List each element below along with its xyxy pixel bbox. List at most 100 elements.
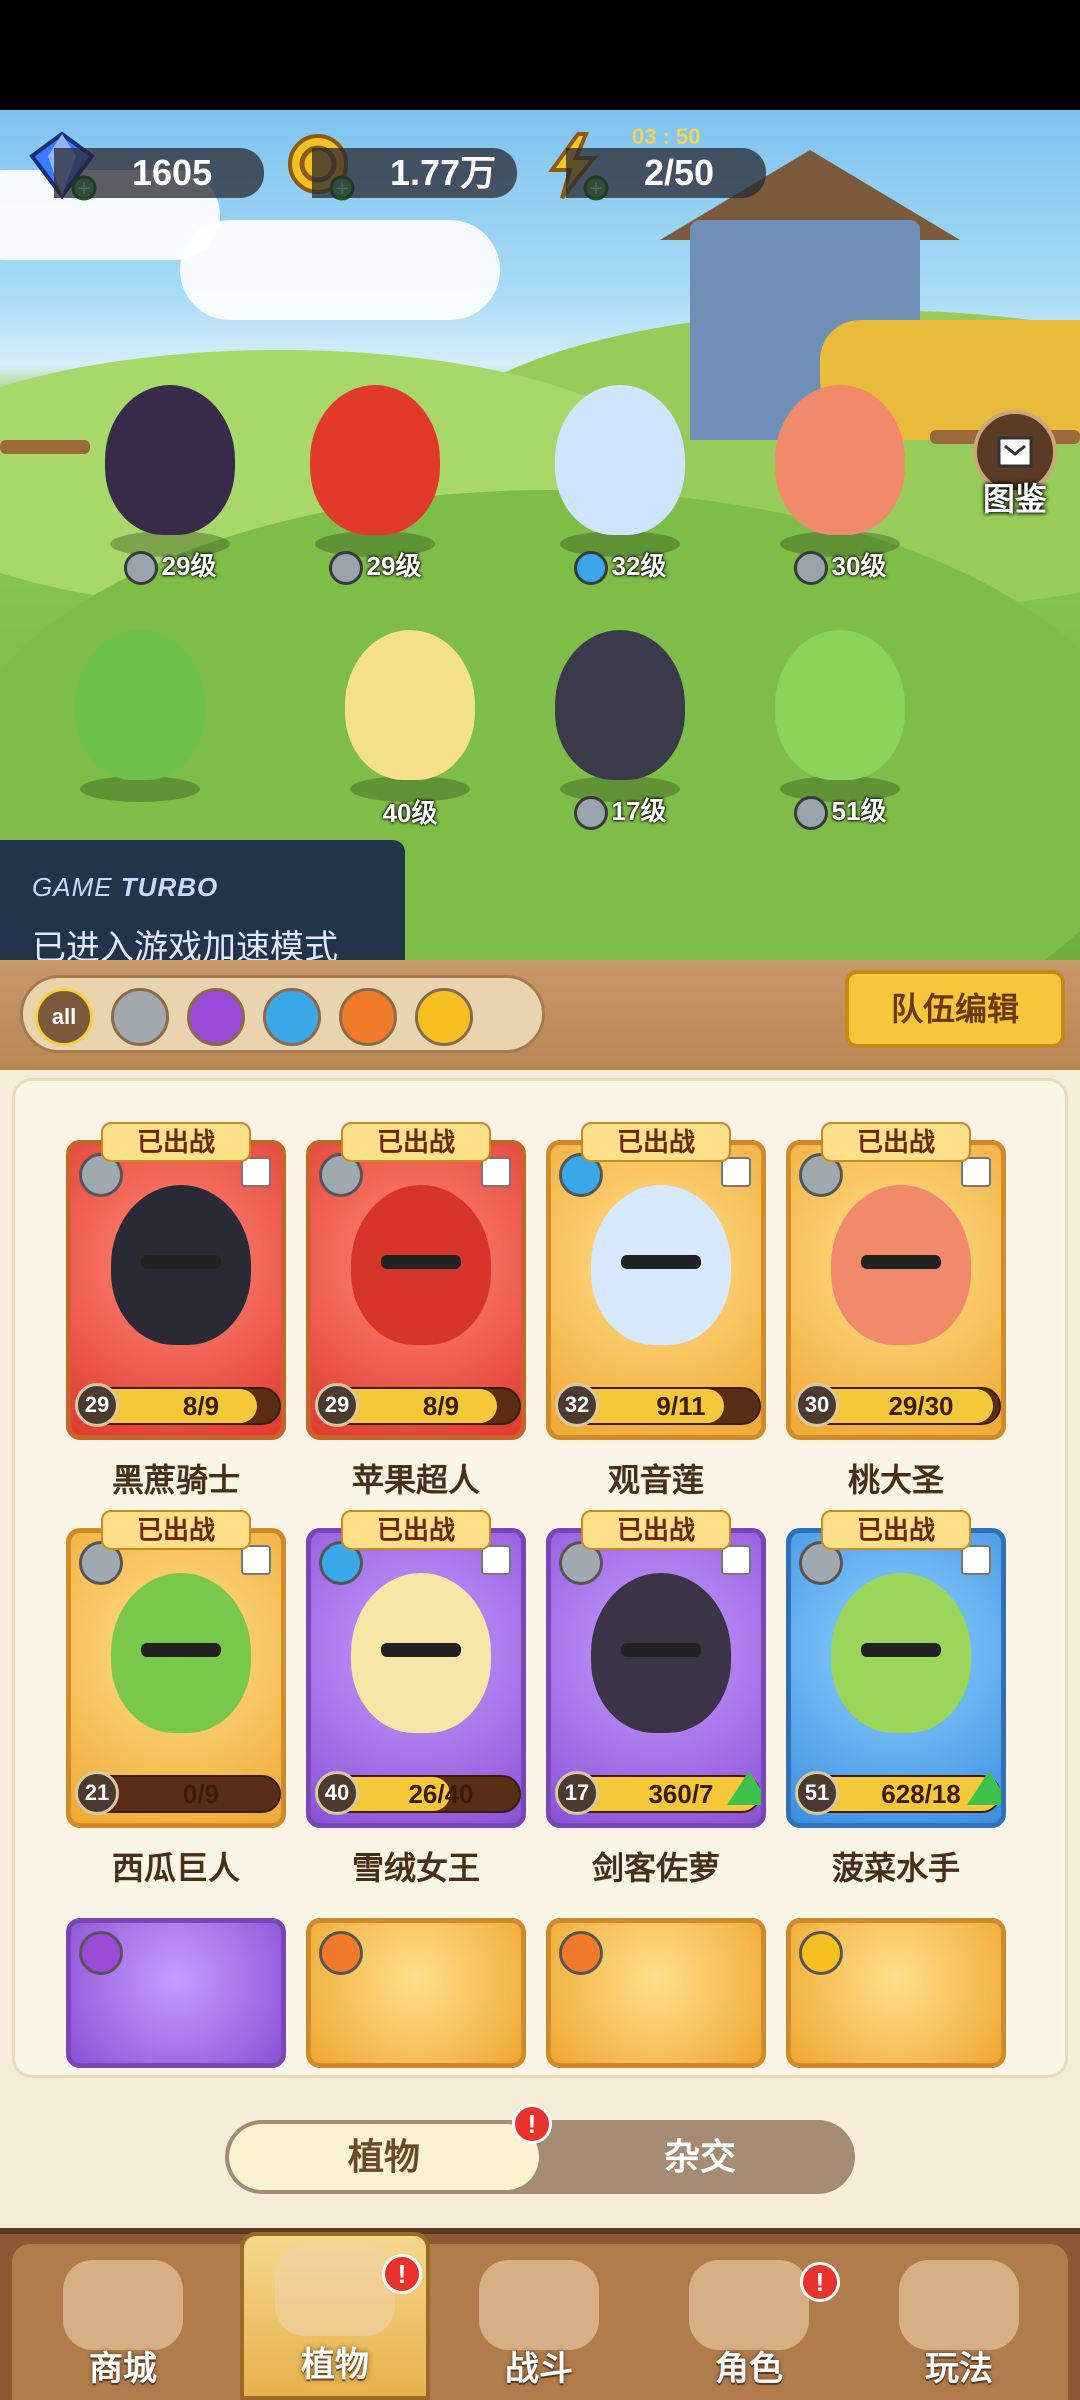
nav-label: 植物 — [301, 2346, 369, 2384]
team-edit-button[interactable]: 队伍编辑 — [845, 970, 1065, 1048]
slot-icon — [961, 1545, 991, 1575]
plant-face — [381, 1255, 461, 1269]
plant-figure — [555, 630, 685, 780]
unit-level-text: 32级 — [611, 550, 667, 581]
energy-timer: 03 : 50 — [632, 124, 701, 149]
nav-gameplay[interactable]: 玩法 — [864, 2250, 1054, 2400]
coins-count: 1.77万 — [312, 148, 517, 198]
tab-hybrid[interactable]: 杂交 — [545, 2120, 855, 2194]
lineup-unit[interactable]: 51级 — [740, 620, 940, 830]
turbo-title-b: TURBO — [120, 872, 219, 902]
turbo-title: GAME TURBO — [32, 872, 218, 903]
slot-icon — [961, 1157, 991, 1187]
sword-icon — [328, 551, 363, 585]
nav-shop[interactable]: 商城 — [28, 2250, 218, 2400]
plant-face — [381, 1643, 461, 1657]
fire-icon — [319, 1931, 363, 1975]
energy-count: 2/50 — [566, 148, 766, 198]
card-level: 51 — [795, 1771, 839, 1815]
codex-button[interactable]: 图鉴 — [970, 410, 1060, 517]
unit-level: 17级 — [520, 791, 720, 830]
filter-all-label: all — [51, 1004, 77, 1029]
filter-fire-button[interactable] — [339, 988, 397, 1046]
plant-name: 桃大圣 — [847, 1462, 944, 1498]
lineup-unit[interactable]: 30级 — [740, 375, 940, 585]
filter-water-button[interactable] — [263, 988, 321, 1046]
tab-plants[interactable]: 植物 — [229, 2124, 539, 2190]
plant-face — [141, 1255, 221, 1269]
plant-card-partial[interactable] — [66, 1918, 286, 2068]
plant-figure — [105, 385, 235, 535]
unit-level-text: 40级 — [382, 798, 438, 828]
unit-level: 51级 — [740, 791, 940, 830]
sword-icon — [123, 551, 158, 585]
filter-poison-button[interactable] — [187, 988, 245, 1046]
turbo-title-a: GAME — [32, 872, 121, 902]
slot-icon — [481, 1157, 511, 1187]
deployed-tag: 已出战 — [341, 1122, 491, 1162]
card-level: 29 — [75, 1383, 119, 1427]
deployed-tag: 已出战 — [341, 1510, 491, 1550]
filter-sword-button[interactable] — [111, 988, 169, 1046]
lineup-unit[interactable]: 17级 — [520, 620, 720, 830]
plants-tab-alert-badge: ! — [512, 2104, 552, 2144]
lineup-unit[interactable]: 29级 — [275, 375, 475, 585]
plant-card[interactable]: 17 360/7 — [546, 1528, 766, 1828]
unit-level: 29级 — [275, 546, 475, 585]
sword-icon — [573, 796, 608, 830]
lineup-unit[interactable]: 32级 — [520, 375, 720, 585]
deployed-tag: 已出战 — [101, 1510, 251, 1550]
codex-label: 图鉴 — [982, 481, 1047, 517]
upgrade-arrow-icon[interactable] — [727, 1771, 761, 1805]
unit-level: 29级 — [70, 546, 270, 585]
slot-icon — [241, 1545, 271, 1575]
upgrade-arrow-icon[interactable] — [967, 1771, 1001, 1805]
slot-icon — [721, 1545, 751, 1575]
plant-face — [141, 1643, 221, 1657]
plant-name: 苹果超人 — [351, 1462, 480, 1498]
slot-icon — [721, 1157, 751, 1187]
nav-label: 战斗 — [505, 2350, 573, 2388]
plant-card-partial[interactable] — [306, 1918, 526, 2068]
card-level: 30 — [795, 1383, 839, 1427]
unit-level: 40级 — [310, 793, 510, 830]
nav-label: 玩法 — [925, 2350, 993, 2388]
slot-icon — [241, 1157, 271, 1187]
filter-all-button[interactable]: all — [35, 988, 93, 1046]
plant-card[interactable]: 51 628/18 — [786, 1528, 1006, 1828]
plant-name: 剑客佐萝 — [591, 1850, 720, 1886]
nav-label: 商城 — [89, 2350, 157, 2388]
deployed-tag: 已出战 — [821, 1122, 971, 1162]
plant-card-partial[interactable] — [546, 1918, 766, 2068]
shard-progress-text: 8/9 — [182, 1391, 220, 1421]
lineup-unit[interactable]: 29级 — [70, 375, 270, 585]
plant-card-partial[interactable] — [786, 1918, 1006, 2068]
deployed-tag: 已出战 — [581, 1510, 731, 1550]
plant-card[interactable]: 40 26/40 — [306, 1528, 526, 1828]
shard-progress-text: 0/9 — [182, 1779, 220, 1809]
filter-thunder-button[interactable] — [415, 988, 473, 1046]
fire-icon — [559, 1931, 603, 1975]
lineup-unit[interactable]: 40级 — [310, 620, 510, 830]
shard-progress-text: 8/9 — [422, 1391, 460, 1421]
card-level: 40 — [315, 1771, 359, 1815]
plant-card[interactable]: 30 29/30 — [786, 1140, 1006, 1440]
unit-level: 30级 — [740, 546, 940, 585]
nav-battle[interactable]: 战斗 — [444, 2250, 634, 2400]
lineup-unit[interactable] — [40, 620, 240, 830]
battle-icon — [479, 2260, 599, 2350]
unit-level-text: 51级 — [831, 795, 887, 826]
cloud — [180, 220, 500, 320]
card-level: 32 — [555, 1383, 599, 1427]
gameplay-icon — [899, 2260, 1019, 2350]
plant-card[interactable]: 32 9/11 — [546, 1140, 766, 1440]
character-nav-alert-badge: ! — [800, 2262, 840, 2302]
shard-progress-text: 9/11 — [656, 1391, 706, 1421]
plant-card[interactable]: 21 0/9 — [66, 1528, 286, 1828]
plant-name: 西瓜巨人 — [111, 1850, 240, 1886]
plant-name: 雪绒女王 — [351, 1850, 480, 1886]
plant-card[interactable]: 29 8/9 — [66, 1140, 286, 1440]
plant-card[interactable]: 29 8/9 — [306, 1140, 526, 1440]
character-icon — [689, 2260, 809, 2350]
shop-icon — [63, 2260, 183, 2350]
